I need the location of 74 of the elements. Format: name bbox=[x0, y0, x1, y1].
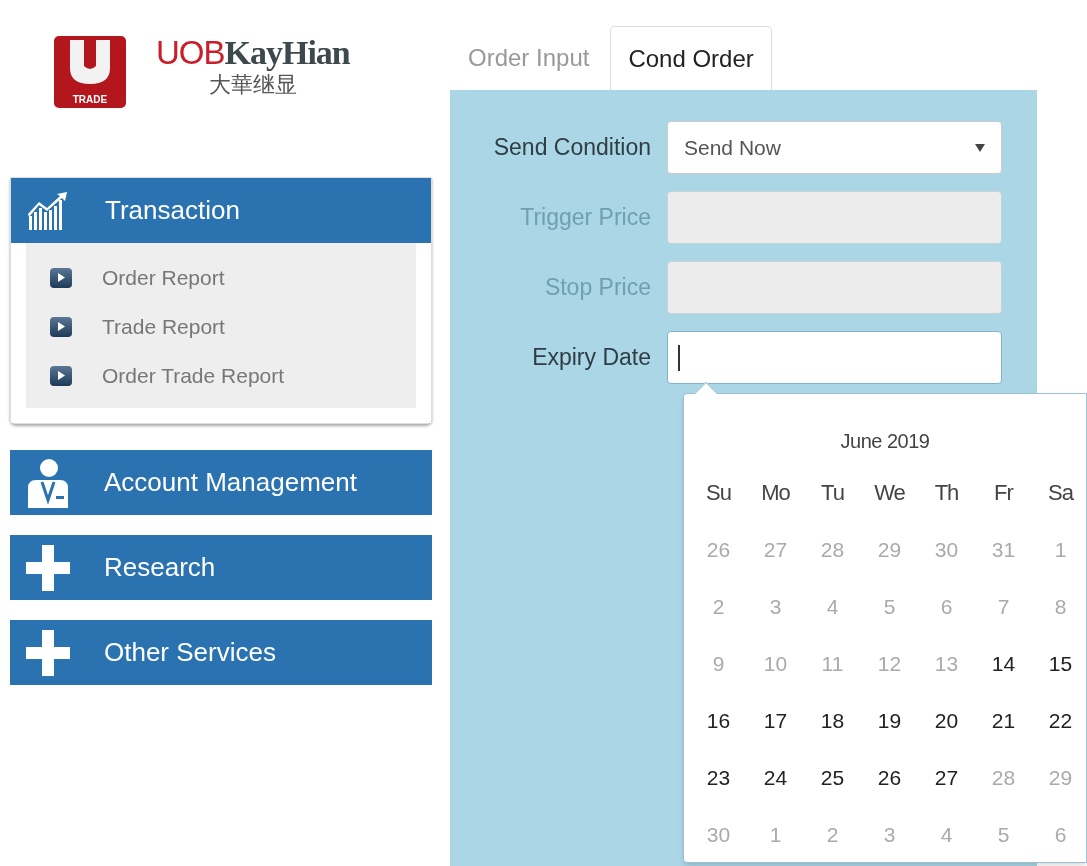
sidebar-section[interactable]: Other Services bbox=[10, 620, 432, 685]
calendar-day: 29 bbox=[861, 521, 918, 578]
calendar-day: 12 bbox=[861, 635, 918, 692]
calendar-day: 4 bbox=[918, 806, 975, 863]
calendar-day[interactable]: 14 bbox=[975, 635, 1032, 692]
calendar-day: 5 bbox=[975, 806, 1032, 863]
weekday-label: Sa bbox=[1047, 479, 1075, 507]
input-field[interactable] bbox=[667, 331, 1002, 384]
plus-icon bbox=[26, 629, 70, 676]
calendar-day[interactable]: 23 bbox=[690, 749, 747, 806]
dropdown[interactable]: Send Now bbox=[667, 121, 1002, 174]
calendar-day: 26 bbox=[690, 521, 747, 578]
calendar-day: 1 bbox=[1032, 521, 1087, 578]
calendar-day: 27 bbox=[747, 521, 804, 578]
weekday-label: Mo bbox=[760, 479, 791, 507]
calendar-day: 5 bbox=[861, 578, 918, 635]
calendar-day: 28 bbox=[804, 521, 861, 578]
brand-chinese: 大華继显 bbox=[208, 74, 297, 96]
calendar-day[interactable]: 22 bbox=[1032, 692, 1087, 749]
bullet-icon bbox=[50, 267, 72, 288]
calendar-day: 6 bbox=[1032, 806, 1087, 863]
month-title[interactable]: June 2019 bbox=[690, 394, 1080, 464]
calendar-day: 31 bbox=[975, 521, 1032, 578]
calendar-day: 8 bbox=[1032, 578, 1087, 635]
field-label: Expiry Date bbox=[531, 343, 652, 373]
calendar-day[interactable]: 25 bbox=[804, 749, 861, 806]
tab[interactable]: Cond Order bbox=[610, 26, 772, 90]
bullet-icon bbox=[50, 316, 72, 337]
field-label: Trigger Price bbox=[519, 203, 652, 233]
calendar-day: 3 bbox=[861, 806, 918, 863]
weekday-label: Su bbox=[705, 479, 732, 507]
calendar-day: 2 bbox=[804, 806, 861, 863]
calendar-day[interactable]: 18 bbox=[804, 692, 861, 749]
calendar-day[interactable]: 20 bbox=[918, 692, 975, 749]
bullet-icon bbox=[50, 365, 72, 386]
calendar-day: 30 bbox=[690, 806, 747, 863]
submenu-item[interactable]: Trade Report bbox=[26, 302, 416, 351]
calendar-day: 9 bbox=[690, 635, 747, 692]
calendar-day[interactable]: 19 bbox=[861, 692, 918, 749]
field-label: Send Condition bbox=[492, 133, 652, 163]
calendar-day[interactable]: 21 bbox=[975, 692, 1032, 749]
weekday-label: Tu bbox=[820, 479, 845, 507]
brand-name: UOBKayHian bbox=[156, 36, 350, 70]
logo-badge: TRADE bbox=[54, 36, 126, 108]
calendar-day: 3 bbox=[747, 578, 804, 635]
sidebar-section[interactable]: Research bbox=[10, 535, 432, 600]
calendar-day[interactable]: 17 bbox=[747, 692, 804, 749]
calendar-day: 29 bbox=[1032, 749, 1087, 806]
calendar-day: 10 bbox=[747, 635, 804, 692]
submenu-item[interactable]: Order Trade Report bbox=[26, 351, 416, 400]
calendar-day[interactable]: 27 bbox=[918, 749, 975, 806]
weekday-label: We bbox=[873, 479, 906, 507]
calendar-day: 6 bbox=[918, 578, 975, 635]
calendar-day: 1 bbox=[747, 806, 804, 863]
weekday-label: Th bbox=[933, 479, 960, 507]
calendar-day[interactable]: 26 bbox=[861, 749, 918, 806]
calendar-day[interactable]: 15 bbox=[1032, 635, 1087, 692]
calendar-day: 11 bbox=[804, 635, 861, 692]
calendar-day: 7 bbox=[975, 578, 1032, 635]
sidebar-section[interactable]: Account Management bbox=[10, 450, 432, 515]
calendar-day: 30 bbox=[918, 521, 975, 578]
calendar-day: 28 bbox=[975, 749, 1032, 806]
calendar-day[interactable]: 24 bbox=[747, 749, 804, 806]
calendar-day: 4 bbox=[804, 578, 861, 635]
calendar-day[interactable]: 16 bbox=[690, 692, 747, 749]
submenu-item[interactable]: Order Report bbox=[26, 253, 416, 302]
weekday-label: Fr bbox=[993, 479, 1015, 507]
sidebar-section[interactable]: Transaction bbox=[11, 178, 431, 243]
plus-icon bbox=[26, 544, 70, 591]
calendar-day: 2 bbox=[690, 578, 747, 635]
calendar-day: 13 bbox=[918, 635, 975, 692]
dropdown-arrow-icon bbox=[975, 143, 985, 152]
field-label: Stop Price bbox=[543, 273, 652, 303]
person-icon bbox=[26, 457, 68, 508]
